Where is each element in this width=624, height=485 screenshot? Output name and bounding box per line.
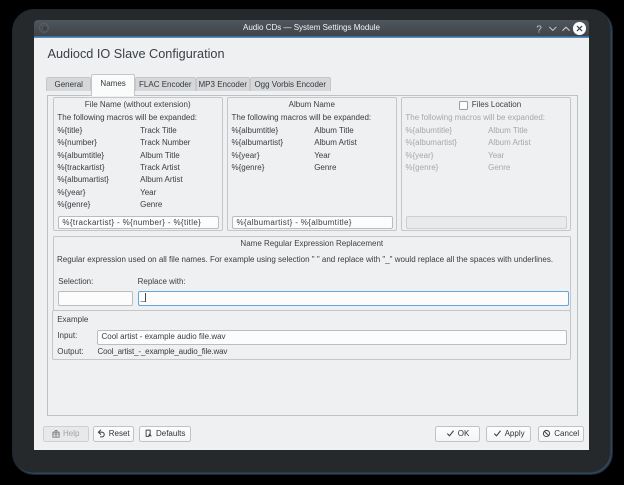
svg-text:?: ? (536, 25, 542, 36)
